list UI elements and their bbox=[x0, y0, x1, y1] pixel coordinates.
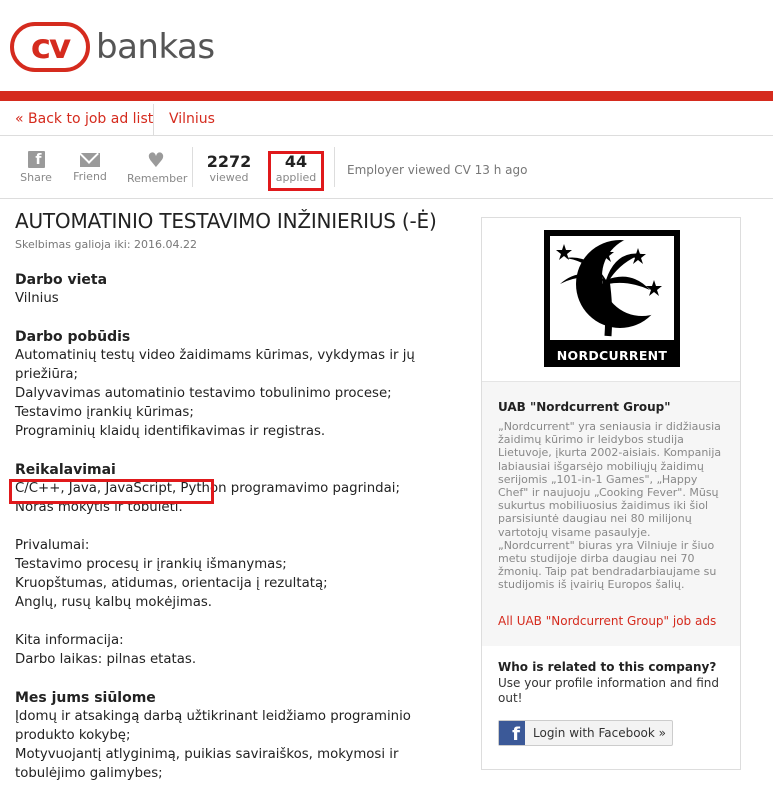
company-description: „Nordcurrent" yra seniausia ir didžiausi… bbox=[498, 420, 722, 592]
requirements-highlight-box bbox=[9, 479, 214, 504]
breadcrumb: « Back to job ad list Vilnius bbox=[0, 104, 773, 136]
nordcurrent-logo[interactable]: NORDCURRENT bbox=[544, 230, 682, 367]
nature-line: Dalyvavimas automatinio testavimo tobuli… bbox=[15, 386, 392, 401]
related-section: Who is related to this company? Use your… bbox=[482, 646, 740, 760]
company-info: UAB "Nordcurrent Group" „Nordcurrent" yr… bbox=[482, 382, 740, 646]
employer-viewed-status: Employer viewed CV 13 h ago bbox=[347, 163, 528, 177]
viewed-label: viewed bbox=[209, 171, 249, 184]
back-to-list-link[interactable]: « Back to job ad list bbox=[15, 111, 153, 127]
viewed-counter: 2272 viewed bbox=[204, 152, 254, 185]
applied-label: applied bbox=[275, 171, 317, 184]
job-stats-bar: f Share Friend ♥ Remember 2272 viewed 44… bbox=[0, 137, 773, 199]
facebook-icon: f bbox=[499, 721, 525, 745]
facebook-icon: f bbox=[27, 151, 45, 168]
offer-heading: Mes jums siūlome bbox=[15, 690, 156, 706]
requirements-rest: programavimo pagrindai; bbox=[226, 481, 400, 496]
company-logo-area: NORDCURRENT bbox=[482, 218, 740, 382]
applied-count: 44 bbox=[284, 152, 308, 171]
advantages-line: Testavimo procesų ir įrankių išmanymas; bbox=[15, 557, 287, 572]
envelope-icon bbox=[80, 153, 100, 167]
other-info-line: Darbo laikas: pilnas etatas. bbox=[15, 652, 197, 667]
site-header: cv bankas bbox=[0, 0, 773, 96]
nature-heading: Darbo pobūdis bbox=[15, 329, 131, 345]
friend-button[interactable]: Friend bbox=[72, 151, 108, 183]
stats-divider bbox=[192, 147, 193, 187]
city-link[interactable]: Vilnius bbox=[169, 111, 215, 127]
company-name: UAB "Nordcurrent Group" bbox=[498, 400, 671, 414]
other-info-label: Kita informacija: bbox=[15, 633, 124, 648]
applied-counter: 44 applied bbox=[271, 152, 321, 185]
nature-line: Programinių klaidų identifikavimas ir re… bbox=[15, 424, 326, 439]
job-title: AUTOMATINIO TESTAVIMO INŽINIERIUS (-Ė) bbox=[15, 209, 437, 233]
offer-line: Motyvuojantį atlyginimą, puikias savirai… bbox=[15, 747, 399, 781]
remember-button[interactable]: ♥ Remember bbox=[127, 148, 188, 185]
valid-until: Skelbimas galioja iki: 2016.04.22 bbox=[15, 238, 198, 251]
advantages-label: Privalumai: bbox=[15, 538, 90, 553]
remember-label: Remember bbox=[127, 172, 188, 185]
company-sidebar: NORDCURRENT UAB "Nordcurrent Group" „Nor… bbox=[481, 217, 741, 770]
related-heading: Who is related to this company? bbox=[498, 660, 717, 674]
breadcrumb-divider bbox=[153, 104, 154, 136]
logo-cv-mark: cv bbox=[10, 22, 90, 72]
offer-line: Įdomų ir atsakingą darbą užtikrinant lei… bbox=[15, 709, 411, 743]
advantages-line: Kruopštumas, atidumas, orientacija į rez… bbox=[15, 576, 328, 591]
header-scallop-edge bbox=[0, 96, 773, 104]
login-with-facebook-button[interactable]: f Login with Facebook » bbox=[498, 720, 674, 746]
nature-line: Automatinių testų video žaidimams kūrima… bbox=[15, 348, 415, 382]
location-link[interactable]: Vilnius bbox=[15, 289, 465, 308]
cvbankas-logo[interactable]: cv bankas bbox=[10, 22, 215, 72]
friend-label: Friend bbox=[73, 170, 107, 183]
advantages-line: Anglų, rusų kalbų mokėjimas. bbox=[15, 595, 213, 610]
requirements-heading: Reikalavimai bbox=[15, 462, 116, 478]
logo-wordmark: bankas bbox=[96, 27, 215, 67]
all-company-ads-link[interactable]: All UAB "Nordcurrent Group" job ads bbox=[498, 614, 724, 628]
share-button[interactable]: f Share bbox=[20, 151, 52, 184]
nordcurrent-logo-text: NORDCURRENT bbox=[556, 348, 668, 363]
viewed-count: 2272 bbox=[206, 152, 252, 171]
palm-tree-icon bbox=[550, 236, 682, 340]
nature-line: Testavimo įrankių kūrimas; bbox=[15, 405, 194, 420]
share-label: Share bbox=[20, 171, 52, 184]
location-heading: Darbo vieta bbox=[15, 272, 108, 288]
login-facebook-label: Login with Facebook » bbox=[533, 726, 667, 740]
stats-divider bbox=[334, 147, 335, 187]
related-text: Use your profile information and find ou… bbox=[498, 676, 719, 705]
heart-icon: ♥ bbox=[147, 148, 165, 172]
